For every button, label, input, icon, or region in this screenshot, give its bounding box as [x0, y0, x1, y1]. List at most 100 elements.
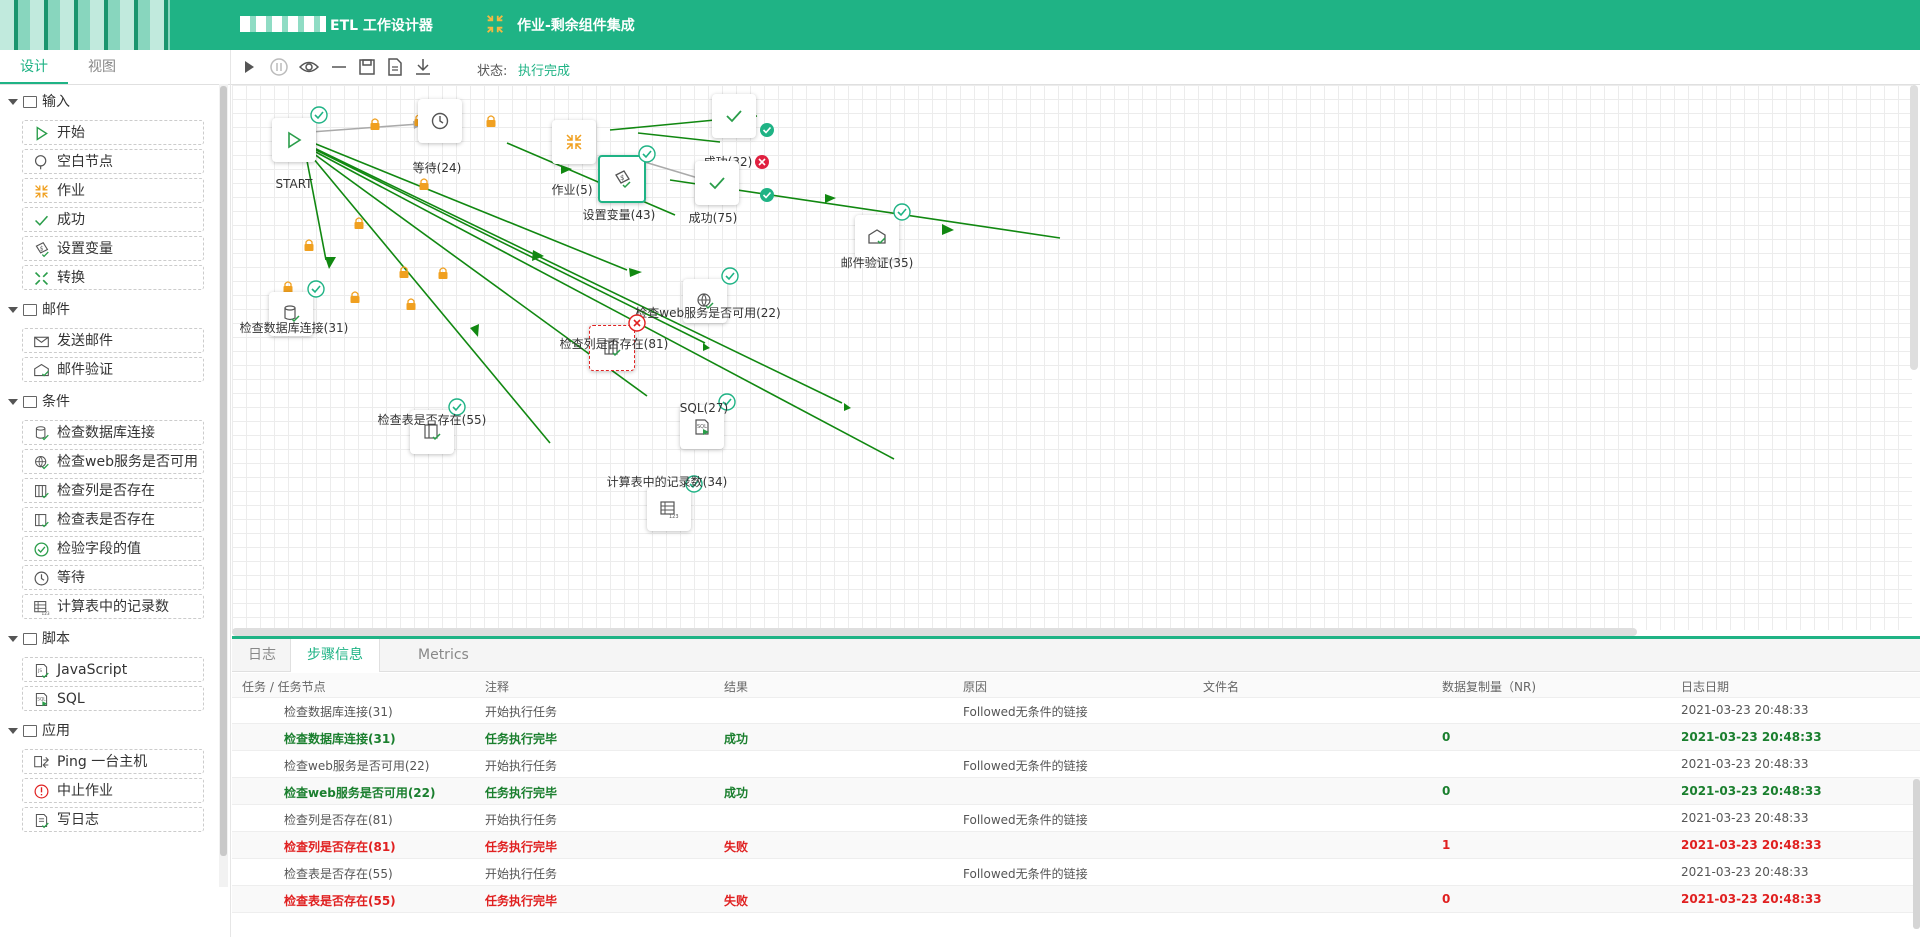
- caret-down-icon[interactable]: [8, 636, 18, 642]
- canvas-node-mail[interactable]: [855, 203, 911, 259]
- caret-down-icon[interactable]: [8, 99, 18, 105]
- unconditional-lock-icon[interactable]: [405, 297, 417, 311]
- palette-item[interactable]: 检查数据库连接: [22, 420, 204, 445]
- palette-item[interactable]: SQL SQL: [22, 686, 204, 711]
- palette-scrollbar[interactable]: [219, 84, 228, 887]
- palette-item[interactable]: 空白节点: [22, 149, 204, 174]
- palette-group[interactable]: 应用: [0, 715, 218, 747]
- hop-failure-icon[interactable]: [754, 154, 770, 170]
- folder-icon: [23, 396, 37, 408]
- col-date[interactable]: 日志日期: [1681, 678, 1729, 695]
- unconditional-lock-icon[interactable]: [303, 238, 315, 252]
- canvas-node-wait[interactable]: [418, 99, 462, 143]
- palette-group[interactable]: 条件: [0, 386, 218, 418]
- palette-item[interactable]: 检查列是否存在: [22, 478, 204, 503]
- stop-icon[interactable]: [329, 57, 349, 77]
- palette-item[interactable]: $ 设置变量: [22, 236, 204, 261]
- mail-icon: [34, 336, 49, 348]
- download-icon[interactable]: [413, 57, 433, 77]
- palette-scrollbar-thumb[interactable]: [220, 86, 227, 856]
- palette-item[interactable]: 检查web服务是否可用: [22, 449, 204, 474]
- table-row[interactable]: 检查web服务是否可用(22) 开始执行任务 Followed无条件的链接 2021-…: [232, 751, 1920, 778]
- document-icon[interactable]: [385, 57, 405, 77]
- unconditional-lock-icon[interactable]: [369, 117, 381, 131]
- cell-date: 2021-03-23 20:48:33: [1681, 784, 1822, 798]
- palette-item[interactable]: Ping 一台主机: [22, 749, 204, 774]
- table-row[interactable]: 检查数据库连接(31) 开始执行任务 Followed无条件的链接 2021-03-2…: [232, 697, 1920, 724]
- palette-item[interactable]: 作业: [22, 178, 204, 203]
- palette-group-label: 输入: [42, 94, 70, 110]
- col-note[interactable]: 注释: [485, 678, 509, 695]
- app-header: ETL 工作设计器 作业-剩余组件集成: [0, 0, 1920, 50]
- hop-success-icon[interactable]: [759, 187, 775, 203]
- pause-icon[interactable]: [269, 57, 289, 77]
- palette-item[interactable]: 写日志: [22, 807, 204, 832]
- unconditional-lock-icon[interactable]: [398, 265, 410, 279]
- canvas-node-succ32[interactable]: [712, 94, 756, 138]
- table-row[interactable]: 检查表是否存在(55) 任务执行完毕 失败 0 2021-03-23 20:48:33: [232, 886, 1920, 913]
- col-result[interactable]: 结果: [724, 678, 748, 695]
- unconditional-lock-icon[interactable]: [418, 177, 430, 191]
- palette-item[interactable]: 转换: [22, 265, 204, 290]
- unconditional-lock-icon[interactable]: [485, 114, 497, 128]
- tab-log[interactable]: 日志: [232, 639, 292, 671]
- canvas-node-start[interactable]: [272, 106, 328, 162]
- palette-group[interactable]: 脚本: [0, 623, 218, 655]
- canvas-scrollbar-vertical[interactable]: [1910, 85, 1918, 370]
- caret-down-icon[interactable]: [8, 728, 18, 734]
- step-table-body: 检查数据库连接(31) 开始执行任务 Followed无条件的链接 2021-03-2…: [232, 697, 1920, 913]
- palette-item-label: 检查web服务是否可用: [57, 454, 198, 470]
- table-row[interactable]: 检查数据库连接(31) 任务执行完毕 成功 0 2021-03-23 20:48:33: [232, 724, 1920, 751]
- table-row[interactable]: 检查web服务是否可用(22) 任务执行完毕 成功 0 2021-03-23 20:48…: [232, 778, 1920, 805]
- palette-group-label: 应用: [42, 723, 70, 739]
- col-nr[interactable]: 数据复制量（NR): [1442, 678, 1536, 695]
- canvas-node-job[interactable]: [552, 120, 596, 164]
- check-icon: [726, 110, 742, 123]
- palette-item[interactable]: 等待: [22, 565, 204, 590]
- tab-step-info[interactable]: 步骤信息: [290, 639, 380, 672]
- col-node[interactable]: 任务 / 任务节点: [242, 678, 326, 695]
- col-file[interactable]: 文件名: [1203, 678, 1239, 695]
- palette-item[interactable]: 检查表是否存在: [22, 507, 204, 532]
- palette-item[interactable]: JS JavaScript: [22, 657, 204, 682]
- canvas-node-setvar[interactable]: $: [598, 145, 656, 203]
- canvas-node-succ75[interactable]: [695, 161, 739, 205]
- unconditional-lock-icon[interactable]: [353, 216, 365, 230]
- canvas-node-label: 设置变量(43): [582, 208, 656, 222]
- tab-design[interactable]: 设计: [0, 50, 68, 84]
- palette-item[interactable]: 123 计算表中的记录数: [22, 594, 204, 619]
- hop-success-icon[interactable]: [759, 122, 775, 138]
- workflow-canvas[interactable]: START等待(24)作业(5)成功(32)成功(75)$设置变量(43)邮件验…: [232, 85, 1912, 630]
- unconditional-lock-icon[interactable]: [349, 290, 361, 304]
- palette-group[interactable]: 输入: [0, 86, 218, 118]
- run-icon[interactable]: [239, 57, 259, 77]
- table-row[interactable]: 检查表是否存在(55) 开始执行任务 Followed无条件的链接 2021-03-2…: [232, 859, 1920, 886]
- tab-view[interactable]: 视图: [68, 50, 136, 84]
- preview-icon[interactable]: [299, 57, 319, 77]
- tab-metrics[interactable]: Metrics: [402, 639, 485, 671]
- step-table-scrollbar[interactable]: [1913, 779, 1920, 929]
- palette-group-label: 邮件: [42, 302, 70, 318]
- success-badge-icon: [721, 267, 739, 285]
- canvas-scrollbar-horizontal[interactable]: [232, 628, 1637, 636]
- table-row[interactable]: 检查列是否存在(81) 任务执行完毕 失败 1 2021-03-23 20:48:33: [232, 832, 1920, 859]
- palette-group[interactable]: 邮件: [0, 294, 218, 326]
- save-icon[interactable]: [357, 57, 377, 77]
- palette-item[interactable]: 中止作业: [22, 778, 204, 803]
- cell-note: 开始执行任务: [485, 867, 558, 881]
- canvas-node-cnt[interactable]: 123: [647, 475, 703, 531]
- count-icon: 123: [660, 501, 679, 519]
- database-icon: [35, 426, 49, 441]
- abort-icon: [34, 784, 49, 799]
- redacted-brand: [240, 16, 326, 32]
- table-row[interactable]: 检查列是否存在(81) 开始执行任务 Followed无条件的链接 2021-03-2…: [232, 805, 1920, 832]
- col-reason[interactable]: 原因: [963, 678, 987, 695]
- palette-item[interactable]: 开始: [22, 120, 204, 145]
- palette-item[interactable]: 发送邮件: [22, 328, 204, 353]
- palette-item[interactable]: 邮件验证: [22, 357, 204, 382]
- unconditional-lock-icon[interactable]: [437, 266, 449, 280]
- caret-down-icon[interactable]: [8, 307, 18, 313]
- palette-item[interactable]: 检验字段的值: [22, 536, 204, 561]
- caret-down-icon[interactable]: [8, 399, 18, 405]
- palette-item[interactable]: 成功: [22, 207, 204, 232]
